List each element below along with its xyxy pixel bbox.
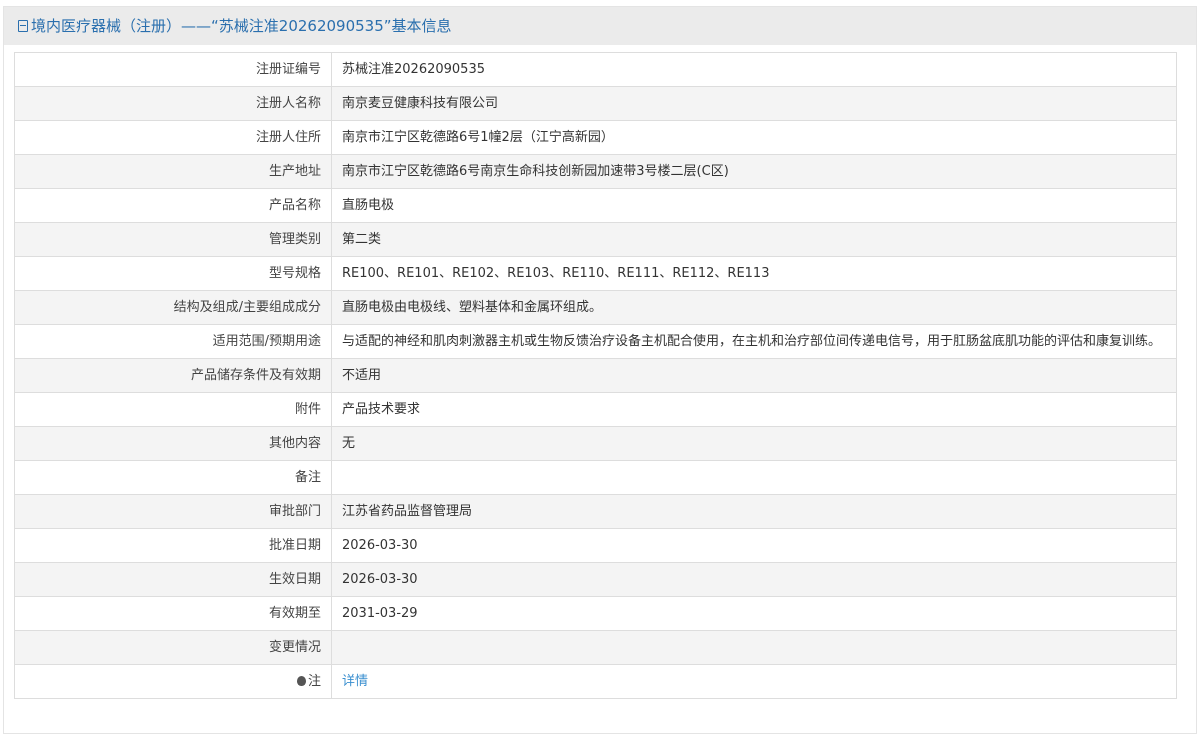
field-label: 有效期至 (14, 596, 332, 631)
field-value: RE100、RE101、RE102、RE103、RE110、RE111、RE11… (331, 256, 1177, 291)
field-value: 2031-03-29 (331, 596, 1177, 631)
field-label: 生产地址 (14, 154, 332, 189)
field-value: 产品技术要求 (331, 392, 1177, 427)
field-value: 不适用 (331, 358, 1177, 393)
field-value: 2026-03-30 (331, 528, 1177, 563)
table-row: 管理类别 第二类 (14, 222, 1177, 257)
field-label: 备注 (14, 460, 332, 495)
field-value: 南京市江宁区乾德路6号1幢2层（江宁高新园） (331, 120, 1177, 155)
field-label: 审批部门 (14, 494, 332, 529)
field-value (331, 460, 1177, 495)
field-label: 附件 (14, 392, 332, 427)
table-row: 批准日期 2026-03-30 (14, 528, 1177, 563)
field-label: 注册人住所 (14, 120, 332, 155)
lightbulb-icon (296, 676, 306, 686)
field-label: 适用范围/预期用途 (14, 324, 332, 359)
note-label: 注 (307, 674, 321, 689)
table-row: 型号规格 RE100、RE101、RE102、RE103、RE110、RE111、… (14, 256, 1177, 291)
table-row-note: 注 详情 (14, 664, 1177, 699)
panel-header: 境内医疗器械（注册）——“苏械注准20262090535”基本信息 (4, 7, 1196, 45)
field-label: 注册人名称 (14, 86, 332, 121)
field-value: 2026-03-30 (331, 562, 1177, 597)
field-label: 其他内容 (14, 426, 332, 461)
table-row: 变更情况 (14, 630, 1177, 665)
field-value: 与适配的神经和肌肉刺激器主机或生物反馈治疗设备主机配合使用，在主机和治疗部位间传… (331, 324, 1177, 359)
table-row: 适用范围/预期用途 与适配的神经和肌肉刺激器主机或生物反馈治疗设备主机配合使用，在… (14, 324, 1177, 359)
table-row: 注册人住所 南京市江宁区乾德路6号1幢2层（江宁高新园） (14, 120, 1177, 155)
table-row: 审批部门 江苏省药品监督管理局 (14, 494, 1177, 529)
field-value (331, 630, 1177, 665)
table-row: 生效日期 2026-03-30 (14, 562, 1177, 597)
field-label: 批准日期 (14, 528, 332, 563)
field-label: 生效日期 (14, 562, 332, 597)
table-row: 注册证编号 苏械注准20262090535 (14, 52, 1177, 87)
table-row: 其他内容无 (14, 426, 1177, 461)
table-row: 结构及组成/主要组成成分 直肠电极由电极线、塑料基体和金属环组成。 (14, 290, 1177, 325)
field-value: 直肠电极由电极线、塑料基体和金属环组成。 (331, 290, 1177, 325)
table-row: 产品储存条件及有效期 不适用 (14, 358, 1177, 393)
table-row: 有效期至 2031-03-29 (14, 596, 1177, 631)
page-title: 境内医疗器械（注册）——“苏械注准20262090535”基本信息 (31, 17, 452, 35)
field-label: 管理类别 (14, 222, 332, 257)
field-label: 注 (14, 664, 332, 699)
document-icon (18, 20, 28, 32)
field-label: 变更情况 (14, 630, 332, 665)
table-row: 注册人名称 南京麦豆健康科技有限公司 (14, 86, 1177, 121)
field-value: 南京麦豆健康科技有限公司 (331, 86, 1177, 121)
table-row: 生产地址 南京市江宁区乾德路6号南京生命科技创新园加速带3号楼二层(C区) (14, 154, 1177, 189)
info-table: 注册证编号 苏械注准20262090535 注册人名称 南京麦豆健康科技有限公司 注册人… (14, 52, 1177, 699)
table-row: 产品名称 直肠电极 (14, 188, 1177, 223)
field-label: 型号规格 (14, 256, 332, 291)
field-value: 无 (331, 426, 1177, 461)
field-value: 第二类 (331, 222, 1177, 257)
field-value: 直肠电极 (331, 188, 1177, 223)
field-value: 苏械注准20262090535 (331, 52, 1177, 87)
field-value: 江苏省药品监督管理局 (331, 494, 1177, 529)
field-label: 产品名称 (14, 188, 332, 223)
field-value: 详情 (331, 664, 1177, 699)
table-row: 备注 (14, 460, 1177, 495)
field-label: 产品储存条件及有效期 (14, 358, 332, 393)
table-row: 附件 产品技术要求 (14, 392, 1177, 427)
field-label: 结构及组成/主要组成成分 (14, 290, 332, 325)
details-link[interactable]: 详情 (342, 674, 368, 689)
field-value: 南京市江宁区乾德路6号南京生命科技创新园加速带3号楼二层(C区) (331, 154, 1177, 189)
field-label: 注册证编号 (14, 52, 332, 87)
